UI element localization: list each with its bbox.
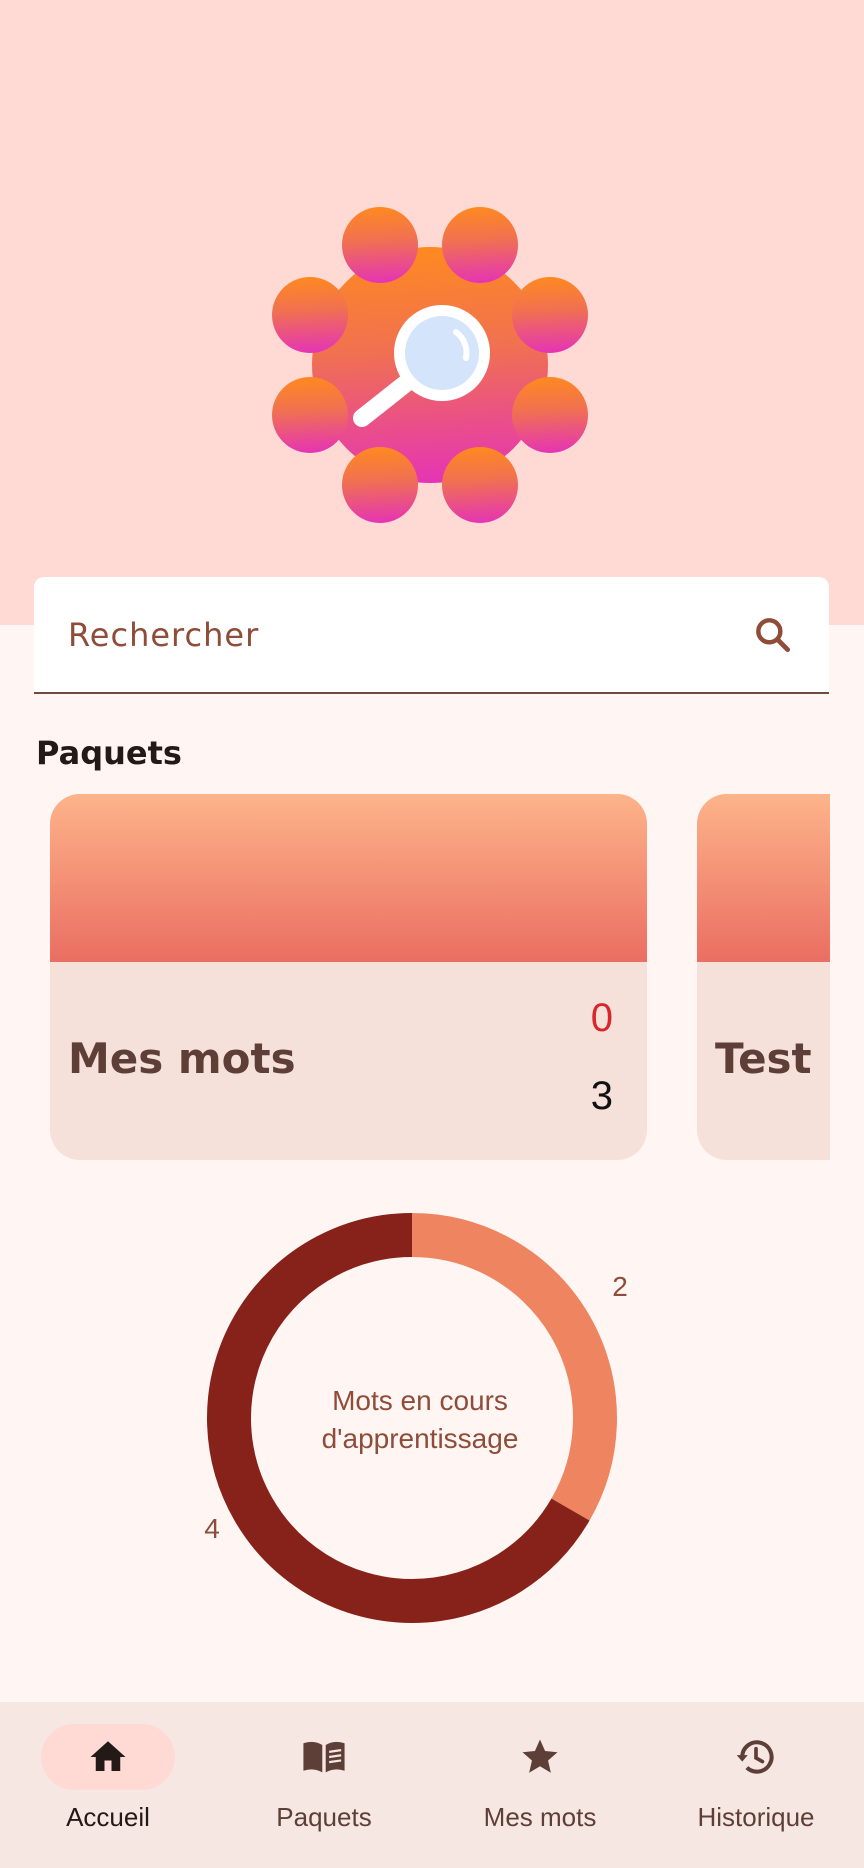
nav-item-mes-mots[interactable]: Mes mots [432, 1702, 648, 1868]
home-icon [90, 1741, 126, 1771]
book-icon [303, 1741, 345, 1773]
donut-slice-label: 2 [612, 1271, 628, 1302]
chart-center-line1: Mots en cours [332, 1385, 508, 1416]
packet-card[interactable]: Mes mots 0 3 [50, 794, 647, 1160]
packets-carousel[interactable]: Mes mots 0 3 Test [50, 794, 830, 1160]
nav-pill [473, 1724, 607, 1790]
nav-label: Mes mots [483, 1802, 597, 1832]
search-icon[interactable] [751, 613, 795, 657]
chart-center-label: Mots en cours d'apprentissage [250, 1382, 590, 1458]
nav-pill [41, 1724, 175, 1790]
search-input[interactable]: Rechercher [68, 616, 751, 654]
history-icon [736, 1740, 774, 1774]
nav-pill [689, 1724, 823, 1790]
section-title: Paquets [36, 734, 182, 772]
donut-slice-label: 4 [204, 1513, 220, 1544]
card-count-due: 0 [590, 996, 613, 1040]
card-title: Mes mots [68, 1034, 296, 1083]
nav-item-paquets[interactable]: Paquets [216, 1702, 432, 1868]
nav-item-accueil[interactable]: Accueil [0, 1702, 216, 1868]
bottom-navigation: Accueil Paquets Mes mots Historique [0, 1702, 864, 1868]
search-bar[interactable]: Rechercher [34, 577, 829, 694]
nav-label: Historique [697, 1802, 815, 1832]
card-title: Test [715, 1034, 812, 1083]
donut-slice [411, 1213, 617, 1521]
star-icon [522, 1739, 558, 1773]
card-banner [50, 794, 647, 962]
nav-label: Paquets [276, 1802, 372, 1832]
nav-label: Accueil [66, 1802, 150, 1832]
nav-pill [257, 1724, 391, 1790]
chart-center-line2: d'apprentissage [321, 1423, 519, 1454]
card-banner [697, 794, 830, 962]
app-logo [272, 207, 588, 523]
card-count-total: 3 [590, 1074, 613, 1118]
packet-card[interactable]: Test [697, 794, 830, 1160]
nav-item-historique[interactable]: Historique [648, 1702, 864, 1868]
